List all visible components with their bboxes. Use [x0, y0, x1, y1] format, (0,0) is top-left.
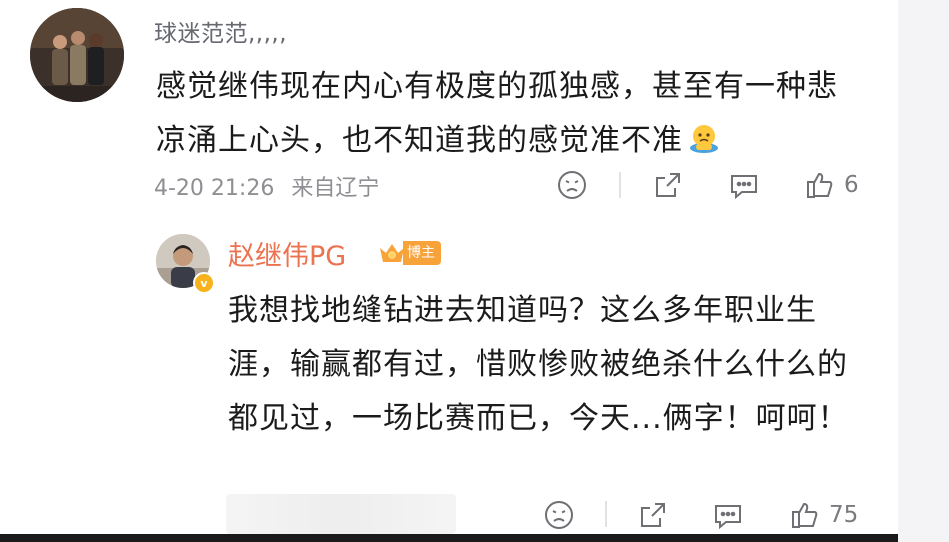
- comment-icon: [728, 169, 760, 201]
- host-badge: 博主: [377, 240, 441, 266]
- dislike-icon: [556, 169, 588, 201]
- comment-body: 感觉继伟现在内心有极度的孤独感，甚至有一种悲凉涌上心头，也不知道我的感觉准不准: [156, 69, 838, 158]
- reply-dislike-button[interactable]: [543, 498, 575, 532]
- crying-face-emoji-icon: [687, 118, 721, 153]
- comment-meta: 4-20 21:26 来自辽宁: [154, 170, 389, 202]
- verified-badge: v: [193, 272, 215, 294]
- reply-like-button[interactable]: 75: [789, 498, 858, 532]
- commenter-avatar[interactable]: [30, 8, 124, 102]
- dislike-icon: [543, 499, 575, 531]
- like-icon: [789, 499, 821, 531]
- commenter-username[interactable]: 球迷范范,,,,,: [154, 14, 287, 48]
- reply-like-count: 75: [829, 502, 859, 528]
- like-icon: [804, 169, 836, 201]
- comment-icon: [712, 499, 744, 531]
- blurred-content: [226, 494, 456, 534]
- reply-text: 我想找地缝钻进去知道吗？这么多年职业生涯，输赢都有过，惜败惨败被绝杀什么什么的都…: [228, 293, 849, 436]
- share-icon: [637, 499, 669, 531]
- reply-username[interactable]: 赵继伟PG: [228, 234, 346, 273]
- comment-text: 感觉继伟现在内心有极度的孤独感，甚至有一种悲凉涌上心头，也不知道我的感觉准不准: [156, 60, 856, 168]
- share-button[interactable]: [652, 168, 684, 202]
- host-badge-label: 博主: [403, 241, 441, 265]
- bottom-bar: [0, 534, 898, 542]
- like-button[interactable]: 6: [804, 168, 859, 202]
- comment-card: 球迷范范,,,,, 感觉继伟现在内心有极度的孤独感，甚至有一种悲凉涌上心头，也不…: [0, 0, 898, 542]
- comment-button[interactable]: [728, 168, 760, 202]
- reply-share-button[interactable]: [637, 498, 669, 532]
- action-divider: [619, 172, 621, 198]
- like-count: 6: [844, 172, 859, 198]
- dislike-button[interactable]: [556, 168, 588, 202]
- comment-date: 4-20 21:26: [154, 176, 275, 201]
- comment-location: 来自辽宁: [291, 176, 380, 201]
- action-divider: [605, 501, 607, 527]
- share-icon: [652, 169, 684, 201]
- reply-comment-button[interactable]: [712, 498, 744, 532]
